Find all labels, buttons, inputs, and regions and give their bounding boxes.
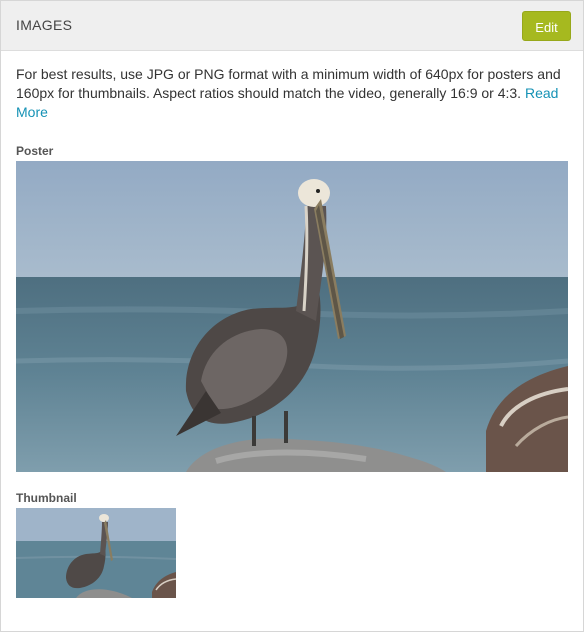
images-panel: IMAGES Edit For best results, use JPG or… — [0, 0, 584, 632]
poster-image[interactable] — [16, 161, 568, 472]
thumbnail-label: Thumbnail — [16, 491, 77, 505]
edit-button[interactable]: Edit — [522, 11, 571, 41]
poster-label: Poster — [16, 144, 54, 158]
thumbnail-image[interactable] — [16, 508, 176, 598]
image-guidelines: For best results, use JPG or PNG format … — [16, 65, 568, 122]
panel-header: IMAGES Edit — [1, 1, 583, 51]
panel-title: IMAGES — [16, 17, 73, 33]
guidelines-text: For best results, use JPG or PNG format … — [16, 66, 561, 101]
